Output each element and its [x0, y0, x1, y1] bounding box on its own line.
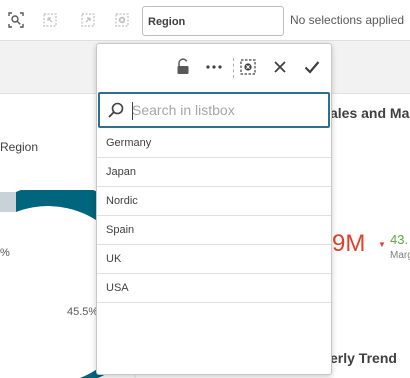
smart-search-icon[interactable]: [4, 8, 28, 32]
donut-label-big: 45.5%: [67, 306, 99, 318]
listbox-toolbar: [97, 44, 331, 90]
search-icon: [107, 101, 125, 124]
list-item[interactable]: Germany: [97, 129, 331, 158]
clear-selection-icon[interactable]: [237, 56, 259, 78]
list-item[interactable]: USA: [97, 274, 331, 303]
clear-selections-icon[interactable]: [110, 8, 134, 32]
region-field-button[interactable]: Region: [142, 6, 284, 36]
unlock-icon[interactable]: [172, 56, 194, 78]
list-item[interactable]: Nordic: [97, 187, 331, 216]
region-field-label: Region: [148, 16, 186, 28]
search-input[interactable]: [132, 100, 322, 120]
step-back-icon[interactable]: [38, 8, 62, 32]
no-selections-text: No selections applied: [290, 13, 405, 27]
more-icon[interactable]: [203, 56, 225, 78]
confirm-icon[interactable]: [301, 56, 323, 78]
region-chart-title: Region: [0, 140, 39, 154]
listbox-values: Germany Japan Nordic Spain UK USA: [97, 129, 331, 303]
selections-toolbar: Region No selections applied: [0, 0, 410, 41]
kpi-value: 9M: [332, 230, 366, 257]
kpi-subtitle: Marg: [390, 250, 410, 261]
step-forward-icon[interactable]: [76, 8, 100, 32]
text-caret: [132, 102, 133, 120]
donut-slice-gray[interactable]: [0, 192, 16, 212]
down-arrow-icon: ▼: [378, 240, 386, 249]
cancel-icon[interactable]: [269, 56, 291, 78]
list-item[interactable]: Japan: [97, 158, 331, 187]
sales-chart-title: ales and Ma: [330, 105, 410, 121]
list-item[interactable]: Spain: [97, 216, 331, 245]
toolbar-divider: [233, 58, 235, 78]
kpi-change: 43.: [390, 232, 409, 247]
listbox-popover: Germany Japan Nordic Spain UK USA: [96, 43, 332, 375]
listbox-search: [98, 92, 330, 128]
list-item[interactable]: UK: [97, 245, 331, 274]
app-page: Region No selections applied Region % 45…: [0, 0, 410, 378]
donut-label-small: %: [0, 247, 10, 259]
trend-chart-title: erly Trend: [330, 350, 397, 366]
